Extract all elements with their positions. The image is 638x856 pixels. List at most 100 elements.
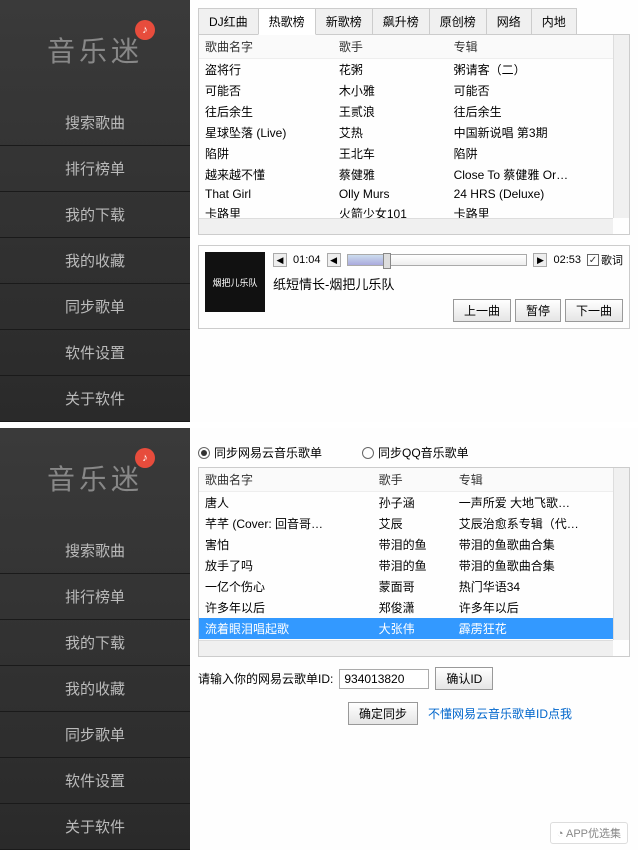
table-row[interactable]: 盗将行花粥粥请客（二） [199,59,629,81]
help-link[interactable]: 不懂网易云音乐歌单ID点我 [428,705,572,722]
player-panel: 烟把儿乐队 ◀ 01:04 ◀ ▶ 02:53 ✓ 歌词 纸短情长-烟把 [198,245,630,329]
table-row[interactable]: 害怕带泪的鱼带泪的鱼歌曲合集 [199,534,629,555]
horizontal-scrollbar[interactable] [199,218,613,234]
pause-button[interactable]: 暂停 [515,299,561,322]
song-table: 歌曲名字歌手专辑 盗将行花粥粥请客（二）可能否木小雅可能否往后余生王贰浪往后余生… [199,35,629,235]
tab-5[interactable]: 网络 [486,8,532,34]
watermark: ◔ APP优选集 [550,822,628,844]
table-cell: 艾热 [333,122,448,143]
table-cell: 木小雅 [333,80,448,101]
tab-bar: DJ红曲热歌榜新歌榜飙升榜原创榜网络内地 [198,8,630,35]
table-cell: 芊芊 (Cover: 回音哥… [199,513,373,534]
tab-3[interactable]: 飙升榜 [372,8,430,34]
wechat-icon: ◔ [557,828,564,840]
table-row[interactable]: 流着眼泪唱起歌大张伟霹雳狂花 [199,618,629,639]
table-cell: 星球坠落 (Live) [199,122,333,143]
music-note-icon: ♪ [135,448,155,468]
tab-4[interactable]: 原创榜 [429,8,487,34]
nav-item-1[interactable]: 排行榜单 [0,574,190,620]
table-cell: 带泪的鱼 [373,555,453,576]
radio-unchecked-icon [362,447,374,459]
table-row[interactable]: 星球坠落 (Live)艾热中国新说唱 第3期 [199,122,629,143]
table-row[interactable]: 放手了吗带泪的鱼带泪的鱼歌曲合集 [199,555,629,576]
table-cell: 一亿个伤心 [199,576,373,597]
column-header[interactable]: 歌曲名字 [199,468,373,492]
column-header[interactable]: 歌手 [333,35,448,59]
table-row[interactable]: That GirlOlly Murs24 HRS (Deluxe) [199,185,629,203]
horizontal-scrollbar[interactable] [199,640,613,656]
table-row[interactable]: 唐人孙子涵一声所爱 大地飞歌… [199,492,629,514]
tab-0[interactable]: DJ红曲 [198,8,259,34]
table-cell: 陷阱 [199,143,333,164]
nav-item-0[interactable]: 搜索歌曲 [0,528,190,574]
playlist-id-input[interactable] [339,669,429,689]
nav-item-0[interactable]: 搜索歌曲 [0,100,190,146]
table-row[interactable]: 芊芊 (Cover: 回音哥…艾辰艾辰治愈系专辑（代… [199,513,629,534]
watermark-text: APP优选集 [566,828,621,840]
confirm-id-button[interactable]: 确认ID [435,667,493,690]
nav-item-6[interactable]: 关于软件 [0,804,190,850]
nav-item-5[interactable]: 软件设置 [0,330,190,376]
radio-qq-label: 同步QQ音乐歌单 [378,444,469,461]
nav-item-2[interactable]: 我的下载 [0,192,190,238]
table-cell: 唐人 [199,492,373,514]
playlist-id-label: 请输入你的网易云歌单ID: [198,670,333,687]
table-row[interactable]: 陷阱王北车陷阱 [199,143,629,164]
radio-qq[interactable]: 同步QQ音乐歌单 [362,444,469,461]
table-cell: 往后余生 [199,101,333,122]
next-button[interactable]: 下一曲 [565,299,623,322]
tab-2[interactable]: 新歌榜 [315,8,373,34]
lyric-toggle[interactable]: ✓ 歌词 [587,252,623,268]
table-cell: 带泪的鱼歌曲合集 [453,534,629,555]
column-header[interactable]: 歌手 [373,468,453,492]
table-row[interactable]: 可能否木小雅可能否 [199,80,629,101]
table-cell: 可能否 [199,80,333,101]
app-ranking: ♪ 音乐迷 搜索歌曲排行榜单我的下载我的收藏同步歌单软件设置关于软件 DJ红曲热… [0,0,638,428]
player-controls: ◀ 01:04 ◀ ▶ 02:53 ✓ 歌词 纸短情长-烟把儿乐队 上一曲 [273,252,623,322]
column-header[interactable]: 歌曲名字 [199,35,333,59]
table-cell: 粥请客（二） [448,59,629,81]
vertical-scrollbar[interactable] [613,468,629,640]
column-header[interactable]: 专辑 [453,468,629,492]
nav-item-3[interactable]: 我的收藏 [0,238,190,284]
progress-bar[interactable] [347,254,528,266]
vertical-scrollbar[interactable] [613,35,629,218]
table-cell: Olly Murs [333,185,448,203]
table-row[interactable]: 往后余生王贰浪往后余生 [199,101,629,122]
nav-item-5[interactable]: 软件设置 [0,758,190,804]
nav-item-1[interactable]: 排行榜单 [0,146,190,192]
table-cell: 霹雳狂花 [453,618,629,639]
table-cell: 艾辰 [373,513,453,534]
table-row[interactable]: 越来越不懂蔡健雅Close To 蔡健雅 Or… [199,164,629,185]
nav-item-6[interactable]: 关于软件 [0,376,190,422]
table-cell: 24 HRS (Deluxe) [448,185,629,203]
table-cell: 流着眼泪唱起歌 [199,618,373,639]
nav-item-4[interactable]: 同步歌单 [0,712,190,758]
elapsed-time: 01:04 [293,254,321,266]
progress-right-icon[interactable]: ▶ [533,253,547,267]
radio-netease[interactable]: 同步网易云音乐歌单 [198,444,322,461]
tab-6[interactable]: 内地 [531,8,577,34]
column-header[interactable]: 专辑 [448,35,629,59]
table-cell: 王贰浪 [333,101,448,122]
table-row[interactable]: 许多年以后郑俊潇许多年以后 [199,597,629,618]
table-row[interactable]: 一亿个伤心蒙面哥热门华语34 [199,576,629,597]
prev-button[interactable]: 上一曲 [453,299,511,322]
tab-1[interactable]: 热歌榜 [258,8,316,35]
seek-back-icon[interactable]: ◀ [273,253,287,267]
logo: ♪ 音乐迷 [0,448,190,528]
track-title: 纸短情长-烟把儿乐队 [273,268,623,299]
table-cell: 蔡健雅 [333,164,448,185]
total-time: 02:53 [553,254,581,266]
table-cell: 越来越不懂 [199,164,333,185]
table-cell: 花粥 [333,59,448,81]
nav-item-3[interactable]: 我的收藏 [0,666,190,712]
table-cell: 许多年以后 [453,597,629,618]
sync-button[interactable]: 确定同步 [348,702,418,725]
nav-item-4[interactable]: 同步歌单 [0,284,190,330]
table-cell: 许多年以后 [199,597,373,618]
main-panel-ranking: DJ红曲热歌榜新歌榜飙升榜原创榜网络内地 歌曲名字歌手专辑 盗将行花粥粥请客（二… [190,0,638,422]
progress-left-icon[interactable]: ◀ [327,253,341,267]
table-cell: 郑俊潇 [373,597,453,618]
nav-item-2[interactable]: 我的下载 [0,620,190,666]
